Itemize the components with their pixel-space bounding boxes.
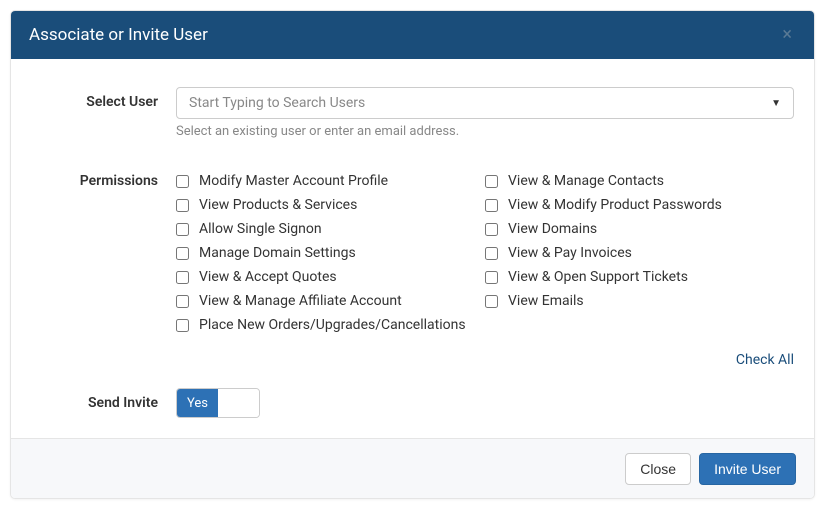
modal-title: Associate or Invite User: [29, 25, 208, 45]
perm-label: View Emails: [508, 293, 584, 309]
permissions-label: Permissions: [31, 173, 176, 368]
perm-manage-contacts[interactable]: View & Manage Contacts: [485, 173, 794, 189]
permissions-col-right: View & Manage Contacts View & Modify Pro…: [485, 173, 794, 341]
perm-checkbox[interactable]: [485, 223, 498, 236]
select-user-label: Select User: [31, 87, 176, 139]
perm-affiliate[interactable]: View & Manage Affiliate Account: [176, 293, 485, 309]
caret-down-icon: ▼: [771, 98, 781, 109]
perm-label: View & Modify Product Passwords: [508, 197, 722, 213]
perm-checkbox[interactable]: [176, 175, 189, 188]
toggle-yes[interactable]: Yes: [177, 389, 218, 417]
perm-accept-quotes[interactable]: View & Accept Quotes: [176, 269, 485, 285]
perm-product-passwords[interactable]: View & Modify Product Passwords: [485, 197, 794, 213]
perm-label: View & Manage Contacts: [508, 173, 664, 189]
permissions-row: Permissions Modify Master Account Profil…: [31, 173, 794, 368]
user-search-placeholder: Start Typing to Search Users: [189, 95, 365, 111]
send-invite-label: Send Invite: [31, 395, 176, 411]
send-invite-row: Send Invite Yes: [31, 388, 794, 418]
perm-support-tickets[interactable]: View & Open Support Tickets: [485, 269, 794, 285]
perm-checkbox[interactable]: [485, 175, 498, 188]
invite-user-button[interactable]: Invite User: [699, 453, 796, 485]
perm-checkbox[interactable]: [176, 271, 189, 284]
modal-body: Select User Start Typing to Search Users…: [11, 59, 814, 438]
perm-label: View & Open Support Tickets: [508, 269, 688, 285]
permissions-col-left: Modify Master Account Profile View Produ…: [176, 173, 485, 341]
perm-label: View Products & Services: [199, 197, 357, 213]
perm-view-products[interactable]: View Products & Services: [176, 197, 485, 213]
send-invite-toggle[interactable]: Yes: [176, 388, 260, 418]
perm-checkbox[interactable]: [485, 271, 498, 284]
perm-manage-domain[interactable]: Manage Domain Settings: [176, 245, 485, 261]
perm-checkbox[interactable]: [176, 247, 189, 260]
select-user-control: Start Typing to Search Users ▼ Select an…: [176, 87, 794, 139]
perm-label: View & Pay Invoices: [508, 245, 632, 261]
perm-checkbox[interactable]: [485, 199, 498, 212]
associate-invite-user-modal: Associate or Invite User × Select User S…: [10, 10, 815, 499]
perm-checkbox[interactable]: [176, 199, 189, 212]
perm-label: View Domains: [508, 221, 597, 237]
perm-label: Manage Domain Settings: [199, 245, 356, 261]
modal-footer: Close Invite User: [11, 438, 814, 499]
perm-label: View & Manage Affiliate Account: [199, 293, 402, 309]
perm-label: Allow Single Signon: [199, 221, 322, 237]
perm-pay-invoices[interactable]: View & Pay Invoices: [485, 245, 794, 261]
modal-header: Associate or Invite User ×: [11, 11, 814, 59]
perm-checkbox[interactable]: [176, 319, 189, 332]
permissions-columns: Modify Master Account Profile View Produ…: [176, 173, 794, 341]
perm-label: View & Accept Quotes: [199, 269, 337, 285]
perm-label: Place New Orders/Upgrades/Cancellations: [199, 317, 466, 333]
user-search-input[interactable]: Start Typing to Search Users ▼: [176, 87, 794, 119]
perm-single-signon[interactable]: Allow Single Signon: [176, 221, 485, 237]
perm-view-emails[interactable]: View Emails: [485, 293, 794, 309]
perm-checkbox[interactable]: [485, 295, 498, 308]
close-icon[interactable]: ×: [778, 26, 796, 44]
perm-modify-master[interactable]: Modify Master Account Profile: [176, 173, 485, 189]
perm-checkbox[interactable]: [485, 247, 498, 260]
perm-checkbox[interactable]: [176, 295, 189, 308]
perm-place-orders[interactable]: Place New Orders/Upgrades/Cancellations: [176, 317, 485, 333]
select-user-row: Select User Start Typing to Search Users…: [31, 87, 794, 139]
check-all-row: Check All: [176, 349, 794, 368]
perm-checkbox[interactable]: [176, 223, 189, 236]
perm-view-domains[interactable]: View Domains: [485, 221, 794, 237]
select-user-hint: Select an existing user or enter an emai…: [176, 124, 794, 139]
perm-label: Modify Master Account Profile: [199, 173, 388, 189]
check-all-link[interactable]: Check All: [736, 352, 794, 368]
close-button[interactable]: Close: [625, 453, 691, 485]
send-invite-control: Yes: [176, 388, 794, 418]
toggle-no[interactable]: [218, 389, 259, 417]
permissions-wrap: Modify Master Account Profile View Produ…: [176, 173, 794, 368]
